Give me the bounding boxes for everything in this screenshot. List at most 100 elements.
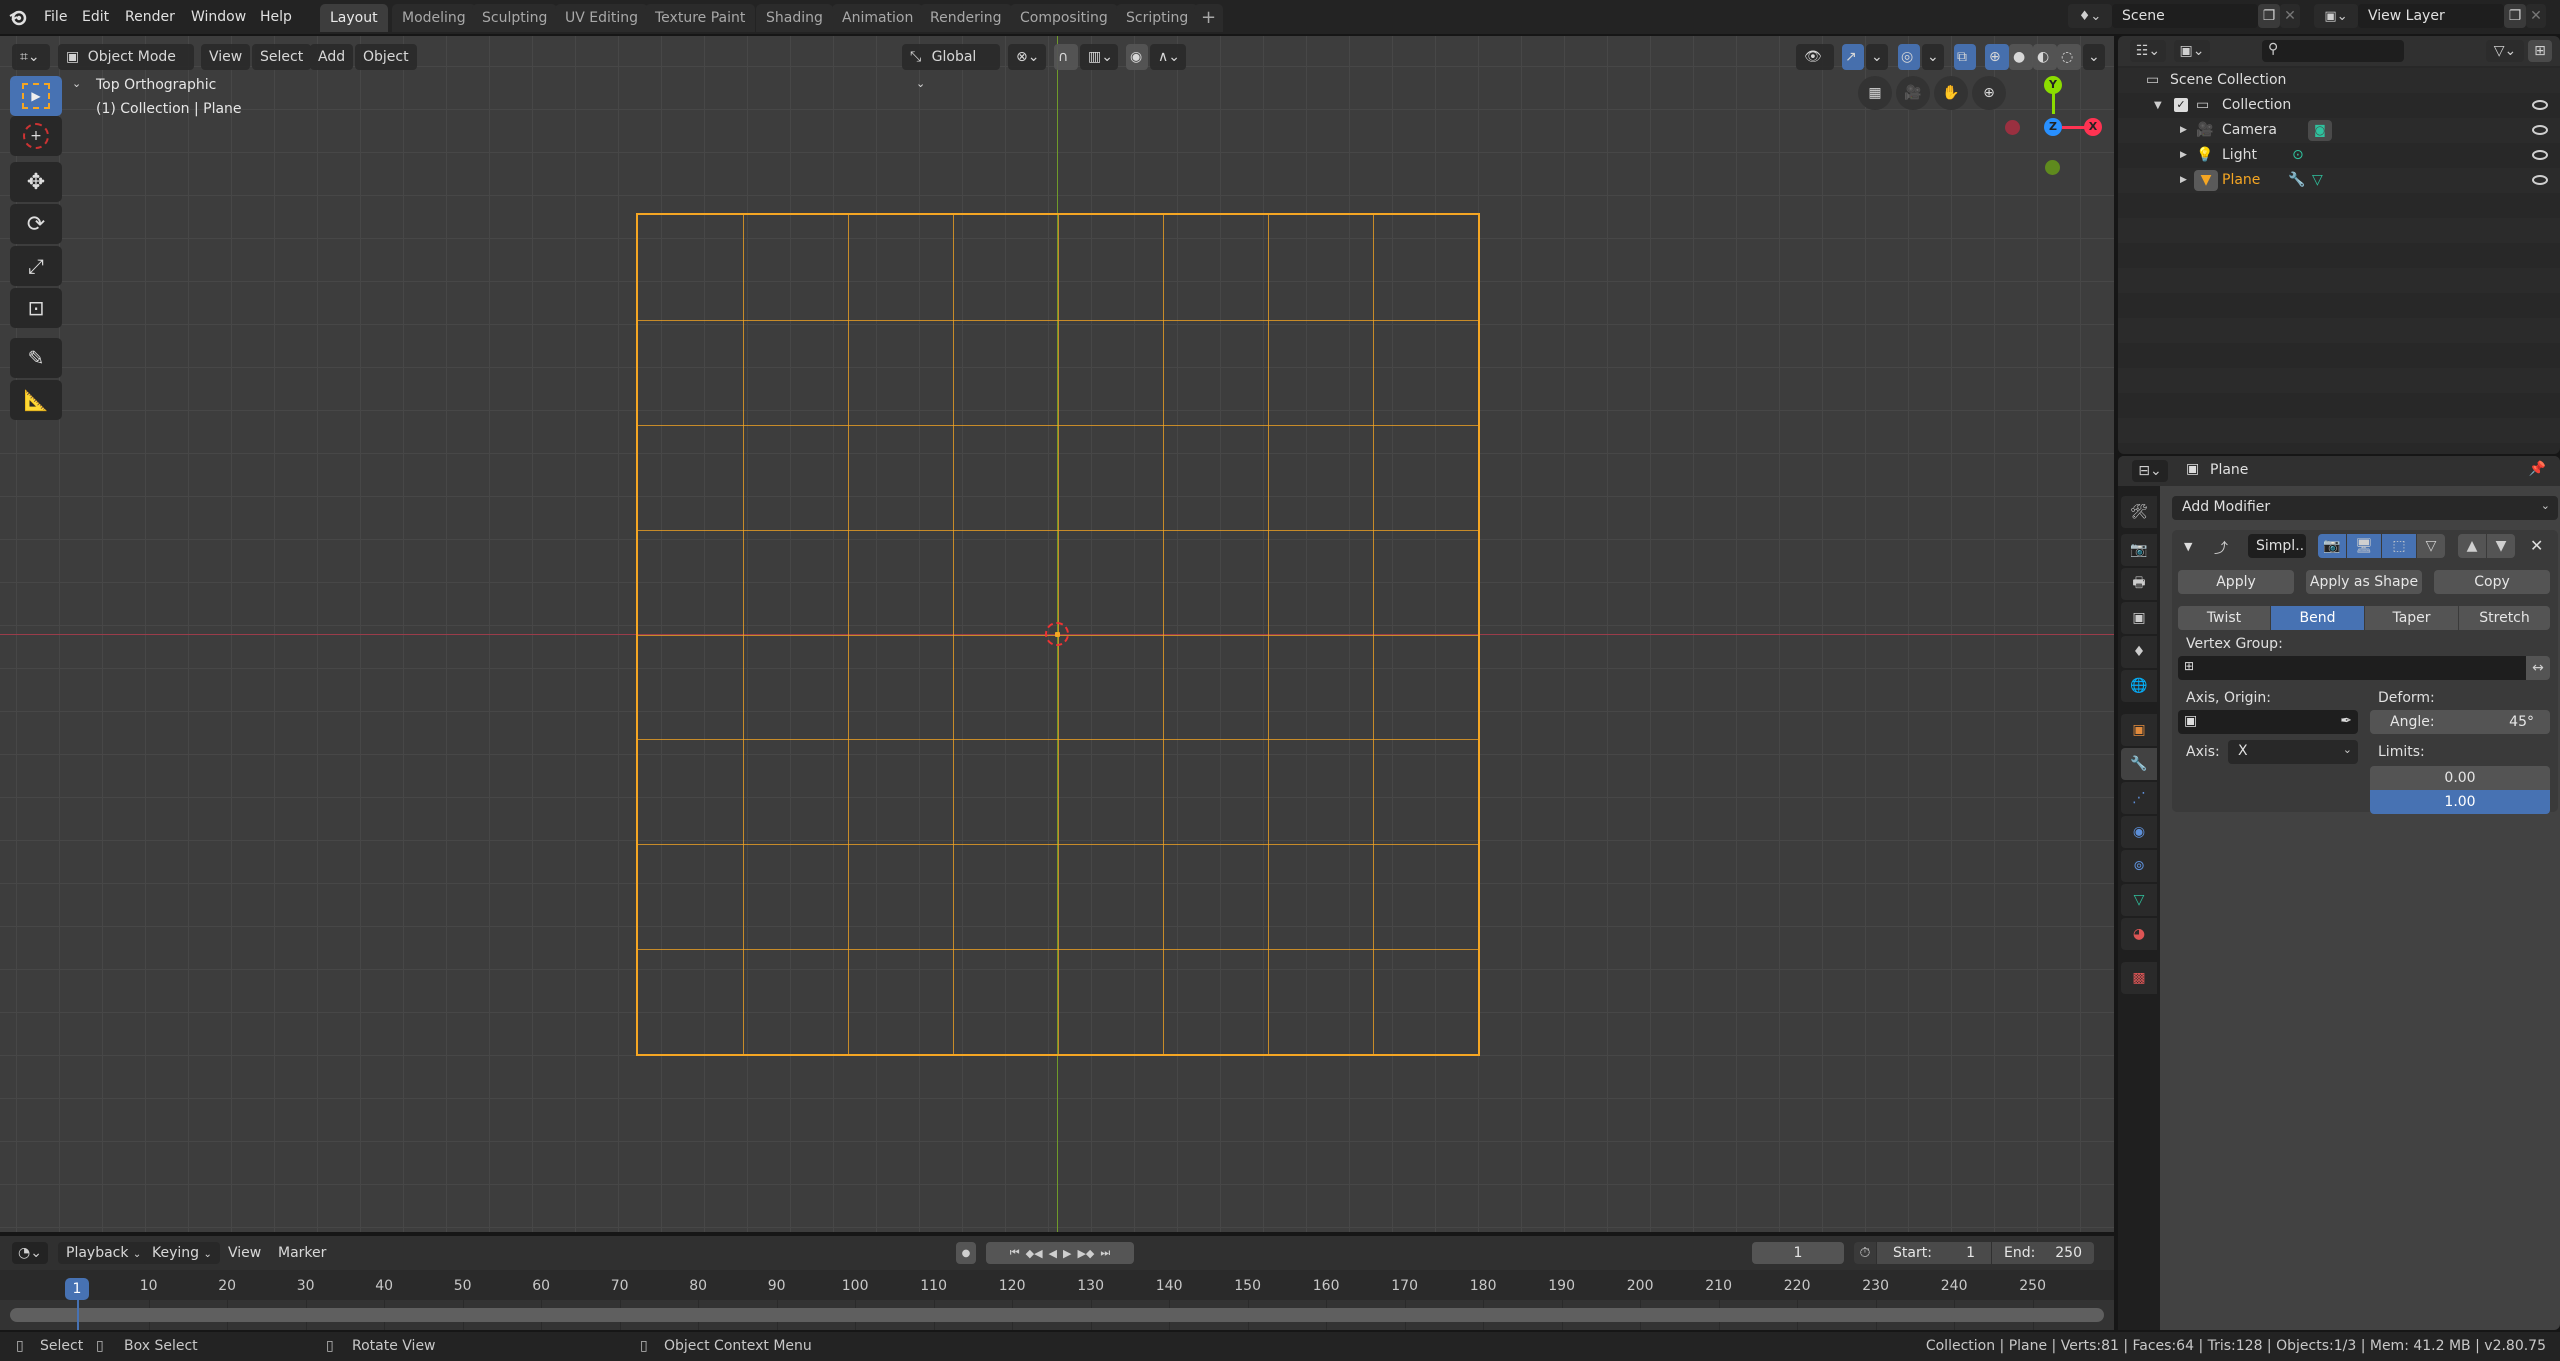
shading-wireframe-button[interactable]: ⊕: [1985, 44, 2009, 70]
axis-dropdown[interactable]: X ⌄: [2228, 740, 2358, 764]
menu-render[interactable]: Render: [119, 5, 181, 29]
timeline-editor-type-button[interactable]: ◔⌄: [12, 1242, 48, 1264]
view-layer-selector-button[interactable]: ▣⌄: [2314, 4, 2358, 28]
tab-output[interactable]: 🖶: [2121, 568, 2157, 600]
jump-end-icon[interactable]: ⏭: [1100, 1246, 1110, 1260]
outliner-search-input[interactable]: ⚲: [2262, 40, 2404, 62]
editmode-toggle[interactable]: ⬚: [2382, 534, 2416, 558]
tab-object[interactable]: ▣: [2121, 714, 2157, 746]
expand-arrow-icon[interactable]: ▶: [2180, 143, 2187, 168]
tab-constraints[interactable]: ⊚: [2121, 850, 2157, 882]
overlays-dropdown[interactable]: ⌄: [1922, 44, 1944, 70]
timeline-ruler[interactable]: 10 20 30 40 50 60 70 80 90 100 110 120 130 140 150 160 1…: [0, 1270, 2114, 1300]
auto-keying-toggle[interactable]: ●: [956, 1242, 976, 1264]
axis-origin-field[interactable]: ▣ ✒: [2178, 710, 2358, 734]
outliner-editor-type-button[interactable]: ☷⌄: [2130, 40, 2166, 62]
shading-rendered-button[interactable]: ◌: [2057, 44, 2081, 70]
tool-select-box[interactable]: ▶: [10, 76, 62, 116]
tool-transform[interactable]: ⊡: [10, 288, 62, 328]
new-view-layer-icon[interactable]: ❐: [2504, 4, 2526, 28]
timeline-track-area[interactable]: [0, 1300, 2114, 1330]
menu-view[interactable]: View: [201, 44, 251, 70]
new-scene-icon[interactable]: ❐: [2258, 4, 2280, 28]
snap-target-dropdown[interactable]: ▥⌄: [1080, 44, 1118, 70]
tool-cursor[interactable]: +: [10, 116, 62, 156]
modifier-wrench-icon[interactable]: 🔧: [2288, 168, 2305, 193]
menu-timeline-view[interactable]: View: [220, 1242, 269, 1264]
outliner-row-camera[interactable]: ▶ 🎥 Camera ◙: [2118, 118, 2560, 143]
light-data-icon[interactable]: ⊙: [2292, 143, 2304, 168]
collapse-arrow-icon[interactable]: ▼: [2184, 540, 2192, 553]
menu-file[interactable]: File: [38, 5, 73, 29]
tab-modeling[interactable]: Modeling: [392, 4, 476, 32]
mode-selector[interactable]: ▣ Object Mode ⌄: [58, 44, 194, 90]
menu-edit[interactable]: Edit: [76, 5, 115, 29]
tab-physics[interactable]: ◉: [2121, 816, 2157, 848]
copy-button[interactable]: Copy: [2434, 570, 2550, 594]
tab-particles[interactable]: ⋰: [2121, 782, 2157, 814]
mode-bend-button[interactable]: Bend: [2271, 606, 2364, 630]
tab-texture[interactable]: ▩: [2121, 962, 2157, 994]
menu-marker[interactable]: Marker: [270, 1242, 334, 1264]
gizmo-neg-y-axis[interactable]: [2045, 160, 2060, 175]
view-layer-name-field[interactable]: View Layer: [2358, 4, 2504, 28]
gizmo-neg-x-axis[interactable]: [2005, 120, 2020, 135]
gizmo-dropdown[interactable]: ⌄: [1866, 44, 1888, 70]
mode-stretch-button[interactable]: Stretch: [2459, 606, 2550, 630]
timeline-scrollbar[interactable]: [10, 1308, 2104, 1322]
scene-selector-button[interactable]: ♦⌄: [2068, 4, 2112, 28]
tab-world[interactable]: 🌐: [2121, 670, 2157, 702]
shading-dropdown[interactable]: ⌄: [2083, 44, 2105, 70]
shading-solid-button[interactable]: ●: [2009, 44, 2033, 70]
tool-scale[interactable]: ⤢: [10, 246, 62, 286]
mode-taper-button[interactable]: Taper: [2365, 606, 2458, 630]
apply-as-shape-button[interactable]: Apply as Shape ..: [2306, 570, 2422, 614]
viewport-toggle[interactable]: 🖥: [2347, 534, 2381, 558]
expand-arrow-icon[interactable]: ▶: [2180, 118, 2187, 143]
vertex-group-field[interactable]: ⊞: [2178, 656, 2526, 680]
camera-view-button[interactable]: 🎥: [1896, 76, 1930, 110]
playhead-frame-indicator[interactable]: 1: [65, 1278, 89, 1300]
current-frame-field[interactable]: 1: [1752, 1242, 1844, 1264]
end-frame-field[interactable]: End: 250: [1992, 1242, 2094, 1264]
pin-icon[interactable]: 📌: [2529, 461, 2546, 477]
display-mode-button[interactable]: ▣⌄: [2174, 40, 2210, 62]
tool-measure[interactable]: 📐: [10, 380, 62, 420]
remove-modifier-icon[interactable]: ✕: [2530, 536, 2543, 555]
expand-arrow-icon[interactable]: ▶: [2180, 168, 2187, 193]
tab-view-layer[interactable]: ▣: [2121, 602, 2157, 634]
tab-render[interactable]: 📷: [2121, 534, 2157, 566]
tab-shading[interactable]: Shading: [756, 4, 833, 32]
tab-animation[interactable]: Animation: [832, 4, 924, 32]
apply-button[interactable]: Apply: [2178, 570, 2294, 594]
pan-view-button[interactable]: ✋: [1934, 76, 1968, 110]
tab-data[interactable]: ▽: [2121, 884, 2157, 916]
tool-rotate[interactable]: ⟳: [10, 204, 62, 244]
tab-scene[interactable]: ♦: [2121, 636, 2157, 668]
blender-logo-icon[interactable]: [8, 7, 28, 27]
menu-object[interactable]: Object: [355, 44, 417, 70]
next-keyframe-icon[interactable]: ▶◆: [1077, 1247, 1094, 1260]
visibility-eye-icon[interactable]: [2532, 100, 2548, 110]
tool-move[interactable]: ✥: [10, 162, 62, 202]
scene-name-field[interactable]: Scene: [2112, 4, 2258, 28]
shading-material-button[interactable]: ◐: [2033, 44, 2057, 70]
outliner-row-collection[interactable]: ▼ ✓ ▭ Collection: [2118, 93, 2560, 118]
menu-add[interactable]: Add: [310, 44, 354, 70]
toggle-camera-view-grid-button[interactable]: ▦: [1858, 76, 1892, 110]
camera-data-icon[interactable]: ◙: [2308, 120, 2332, 141]
menu-window[interactable]: Window: [185, 5, 252, 29]
move-down-button[interactable]: ▼: [2487, 534, 2515, 558]
playhead-line[interactable]: [77, 1300, 79, 1330]
filter-dropdown[interactable]: ▽⌄: [2486, 40, 2524, 62]
visibility-eye-icon[interactable]: [2532, 150, 2548, 160]
cage-toggle[interactable]: ▽: [2417, 534, 2445, 558]
tab-sculpting[interactable]: Sculpting: [472, 4, 558, 32]
expand-arrow-icon[interactable]: ▼: [2154, 93, 2162, 118]
tool-annotate[interactable]: ✎: [10, 338, 62, 378]
zoom-view-button[interactable]: ⊕: [1972, 76, 2006, 110]
tab-layout[interactable]: Layout: [320, 4, 388, 32]
overlays-toggle[interactable]: ◎: [1898, 44, 1920, 70]
limit-high-field[interactable]: 1.00: [2370, 790, 2550, 814]
jump-start-icon[interactable]: ⏮: [1010, 1246, 1020, 1260]
